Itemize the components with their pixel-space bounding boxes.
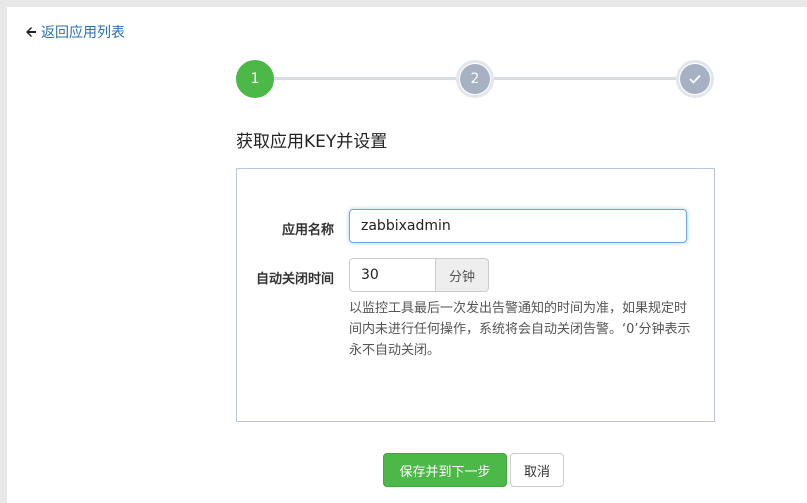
auto-close-label: 自动关闭时间 bbox=[255, 272, 334, 287]
app-name-label: 应用名称 bbox=[281, 223, 334, 238]
page-title: 获取应用KEY并设置 bbox=[236, 132, 388, 152]
step-1-number: 1 bbox=[250, 71, 260, 87]
progress-stepper: 1 2 bbox=[236, 60, 714, 98]
auto-close-minutes-input[interactable] bbox=[349, 258, 436, 292]
settings-panel: 应用名称 自动关闭时间 分钟 以监控工具最后一次发出告警通知的时间为准，如果规定… bbox=[236, 168, 715, 422]
step-3-indicator bbox=[676, 60, 714, 98]
auto-close-help-text: 以监控工具最后一次发出告警通知的时间为准，如果规定时间内未进行任何操作，系统将会… bbox=[349, 301, 691, 358]
step-connector bbox=[274, 77, 456, 80]
arrow-left-icon bbox=[26, 27, 36, 37]
cancel-button[interactable]: 取消 bbox=[510, 453, 564, 487]
back-to-app-list-link[interactable]: 返回应用列表 bbox=[25, 22, 125, 42]
save-and-next-button[interactable]: 保存并到下一步 bbox=[383, 453, 507, 487]
checkmark-icon bbox=[689, 74, 701, 84]
auto-close-input-group: 分钟 bbox=[349, 258, 489, 292]
step-1-indicator: 1 bbox=[236, 60, 274, 98]
minutes-unit-addon: 分钟 bbox=[436, 258, 489, 292]
back-link-label: 返回应用列表 bbox=[41, 25, 125, 41]
step-connector bbox=[494, 77, 676, 80]
step-2-number: 2 bbox=[470, 71, 480, 87]
step-2-indicator: 2 bbox=[456, 60, 494, 98]
app-frame: 返回应用列表 1 2 获取应用KEY并设置 应用名称 自动关闭时间 分钟 以监控… bbox=[0, 0, 807, 503]
app-name-input[interactable] bbox=[349, 209, 687, 243]
